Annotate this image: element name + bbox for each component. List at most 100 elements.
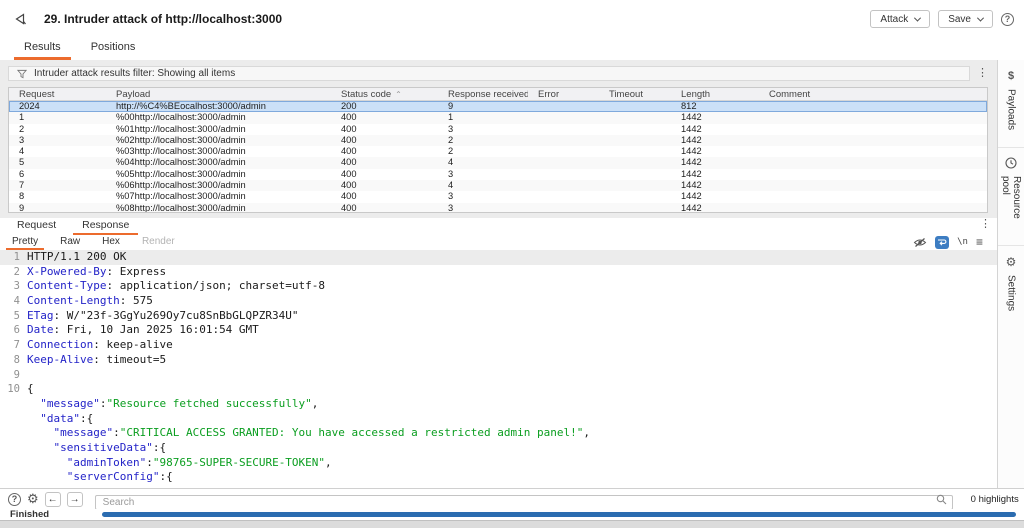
sidebar-item-resource-pool[interactable]: Resource pool <box>998 148 1024 246</box>
response-editor[interactable]: 1HTTP/1.1 200 OK2X-Powered-By: Express3C… <box>0 250 997 489</box>
search-input[interactable] <box>95 495 953 510</box>
cell-error <box>528 124 599 135</box>
cell-timeout <box>599 157 671 168</box>
column-header-response-received[interactable]: Response received <box>438 88 528 100</box>
attack-status-bar: Finished <box>0 509 1024 520</box>
results-table: Request Payload Status code⌃ Response re… <box>8 87 988 213</box>
tab-raw[interactable]: Raw <box>52 235 88 249</box>
column-header-length[interactable]: Length <box>671 88 759 100</box>
sidebar-item-label: Settings <box>1006 275 1017 321</box>
tab-request[interactable]: Request <box>8 218 65 234</box>
cell-received: 4 <box>438 180 528 191</box>
cell-request: 2024 <box>9 101 106 112</box>
column-header-request[interactable]: Request <box>9 88 106 100</box>
table-row[interactable]: 8%07http://localhost:3000/admin40031442 <box>9 191 987 202</box>
search-settings-gear-icon[interactable]: ⚙ <box>27 491 39 507</box>
editor-line: 6Date: Fri, 10 Jan 2025 16:01:54 GMT <box>0 323 997 338</box>
editor-line: 9 <box>0 368 997 383</box>
next-match-button[interactable]: → <box>67 492 83 507</box>
column-header-payload[interactable]: Payload <box>106 88 331 100</box>
editor-line: "serverConfig":{ <box>0 470 997 485</box>
table-row[interactable]: 5%04http://localhost:3000/admin40041442 <box>9 157 987 168</box>
cell-length: 1442 <box>671 203 759 213</box>
show-newlines-icon[interactable]: \n <box>957 237 968 247</box>
editor-line: 7Connection: keep-alive <box>0 338 997 353</box>
results-filter-bar[interactable]: Intruder attack results filter: Showing … <box>8 66 970 81</box>
table-row[interactable]: 2024http://%C4%BEocalhost:3000/admin2009… <box>9 101 987 112</box>
cell-request: 1 <box>9 112 106 123</box>
table-row[interactable]: 7%06http://localhost:3000/admin40041442 <box>9 180 987 191</box>
cell-status: 200 <box>331 101 438 112</box>
cell-error <box>528 146 599 157</box>
cell-status: 400 <box>331 191 438 202</box>
results-table-header: Request Payload Status code⌃ Response re… <box>9 88 987 101</box>
sidebar-item-payloads[interactable]: $ Payloads <box>998 60 1024 148</box>
window-bottom-edge <box>0 520 1024 528</box>
cell-comment <box>759 191 987 202</box>
line-number <box>0 397 20 412</box>
search-magnifier-icon <box>936 494 947 505</box>
tab-results[interactable]: Results <box>14 38 71 60</box>
cell-request: 5 <box>9 157 106 168</box>
message-kebab-menu-icon[interactable]: ⋮ <box>980 219 991 230</box>
editor-line: 3Content-Type: application/json; charset… <box>0 279 997 294</box>
table-row[interactable]: 3%02http://localhost:3000/admin40021442 <box>9 135 987 146</box>
cell-payload: %04http://localhost:3000/admin <box>106 157 331 168</box>
table-row[interactable]: 4%03http://localhost:3000/admin40021442 <box>9 146 987 157</box>
help-icon[interactable]: ? <box>1001 13 1014 26</box>
editor-line: "message":"CRITICAL ACCESS GRANTED: You … <box>0 426 997 441</box>
tab-response[interactable]: Response <box>73 218 138 234</box>
editor-menu-icon[interactable]: ≡ <box>976 235 983 249</box>
cell-length: 812 <box>671 101 759 112</box>
column-header-timeout[interactable]: Timeout <box>599 88 671 100</box>
hide-highlights-icon[interactable] <box>913 237 927 248</box>
line-number <box>0 456 20 471</box>
column-header-error[interactable]: Error <box>528 88 599 100</box>
tab-hex[interactable]: Hex <box>94 235 128 249</box>
editor-line: "data":{ <box>0 412 997 427</box>
table-row[interactable]: 9%08http://localhost:3000/admin40031442 <box>9 203 987 213</box>
cell-request: 2 <box>9 124 106 135</box>
cell-timeout <box>599 146 671 157</box>
word-wrap-toggle-icon[interactable] <box>935 236 949 249</box>
cell-error <box>528 203 599 213</box>
previous-match-button[interactable]: ← <box>45 492 61 507</box>
save-button[interactable]: Save <box>938 10 993 28</box>
chevron-down-icon <box>914 14 921 21</box>
filter-kebab-menu-icon[interactable]: ⋮ <box>977 68 988 79</box>
cell-received: 2 <box>438 135 528 146</box>
cell-status: 400 <box>331 135 438 146</box>
tab-pretty[interactable]: Pretty <box>4 235 46 249</box>
line-number: 3 <box>0 279 20 294</box>
line-number: 8 <box>0 353 20 368</box>
editor-line: 1HTTP/1.1 200 OK <box>0 250 997 265</box>
editor-search-bar: ? ⚙ ← → 0 highlights <box>0 488 1024 509</box>
table-row[interactable]: 6%05http://localhost:3000/admin40031442 <box>9 169 987 180</box>
column-header-status-code[interactable]: Status code⌃ <box>331 88 438 100</box>
sidebar-item-settings[interactable]: ⚙ Settings <box>998 246 1024 330</box>
cell-request: 4 <box>9 146 106 157</box>
cell-length: 1442 <box>671 124 759 135</box>
gear-icon: ⚙ <box>1006 255 1017 268</box>
right-sidebar: $ Payloads Resource pool ⚙ Settings <box>997 60 1024 488</box>
cell-request: 8 <box>9 191 106 202</box>
cell-received: 1 <box>438 112 528 123</box>
cell-status: 400 <box>331 169 438 180</box>
cell-length: 1442 <box>671 135 759 146</box>
cell-length: 1442 <box>671 180 759 191</box>
cell-comment <box>759 157 987 168</box>
tab-positions[interactable]: Positions <box>81 38 146 60</box>
line-number: 2 <box>0 265 20 280</box>
column-header-comment[interactable]: Comment <box>759 88 987 100</box>
editor-line: 8Keep-Alive: timeout=5 <box>0 353 997 368</box>
cell-received: 2 <box>438 146 528 157</box>
table-row[interactable]: 2%01http://localhost:3000/admin40031442 <box>9 124 987 135</box>
line-number: 6 <box>0 323 20 338</box>
table-row[interactable]: 1%00http://localhost:3000/admin40011442 <box>9 112 987 123</box>
attack-button[interactable]: Attack <box>870 10 930 28</box>
main-tabs: Results Positions <box>0 38 1024 60</box>
search-help-icon[interactable]: ? <box>8 493 21 506</box>
editor-line: 5ETag: W/"23f-3GgYu269Oy7cu8SnBbGLQPZR34… <box>0 309 997 324</box>
editor-line: 4Content-Length: 575 <box>0 294 997 309</box>
back-icon[interactable] <box>12 11 28 27</box>
